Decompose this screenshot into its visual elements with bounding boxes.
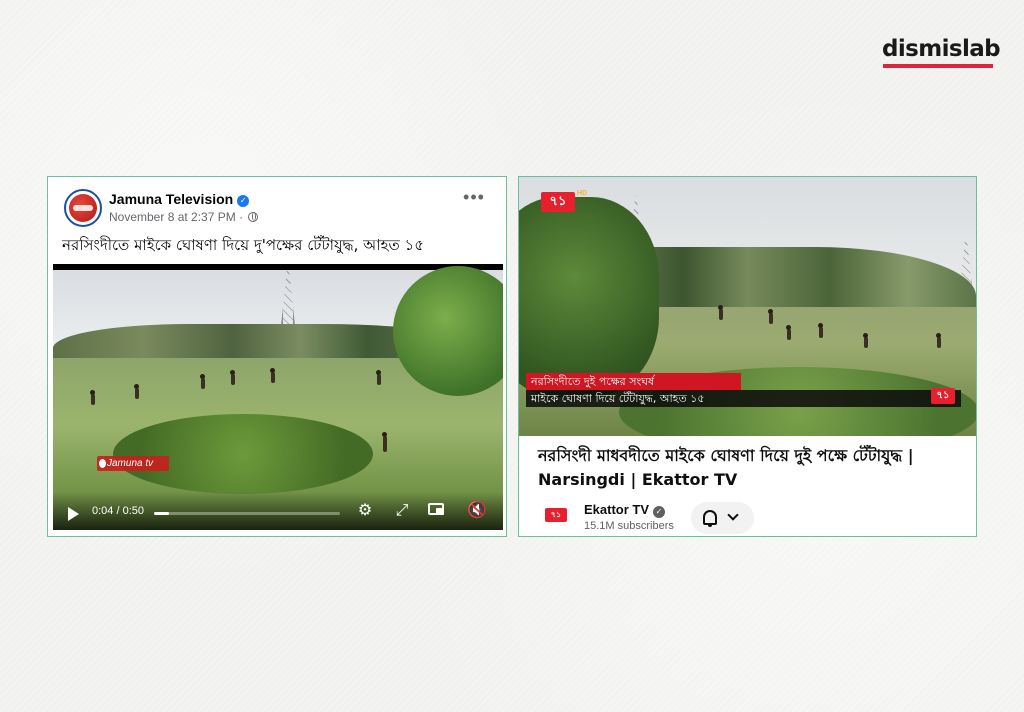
post-caption: নরসিংদীতে মাইকে ঘোষণা দিয়ে দু'পক্ষের টে…: [62, 236, 425, 254]
time-display: 0:04 / 0:50: [92, 505, 144, 517]
mute-icon[interactable]: 🔇: [467, 502, 487, 520]
gear-icon[interactable]: ⚙: [355, 502, 375, 520]
video-player[interactable]: Jamuna tv 0:04 / 0:50 ⚙ ⤢ 🔇: [53, 264, 503, 530]
lower-third-ticker: মাইকে ঘোষণা দিয়ে টেঁটাযুদ্ধ, আহত ১৫: [526, 390, 961, 407]
channel-name[interactable]: Ekattor TV ✓: [584, 502, 666, 518]
subscriber-count: 15.1M subscribers: [584, 520, 674, 532]
dismislab-logo: dismislab: [882, 36, 1001, 70]
video-player[interactable]: ৭১ HD নরসিংদীতে দুই পক্ষের সংঘর্ষ মাইকে …: [519, 177, 976, 436]
ekattor-logo-bottom: ৭১: [931, 388, 955, 404]
more-options-icon[interactable]: •••: [462, 188, 486, 211]
video-frame: [53, 264, 503, 530]
play-icon[interactable]: [68, 507, 79, 521]
logo-text: dismislab: [882, 36, 1001, 62]
notification-button[interactable]: [691, 502, 754, 534]
progress-bar[interactable]: [154, 512, 340, 515]
verified-check-icon: ✓: [653, 506, 666, 518]
bell-icon: [703, 510, 717, 527]
page-name[interactable]: Jamuna Television ✓: [109, 191, 250, 207]
channel-name-text[interactable]: Ekattor TV: [584, 502, 649, 517]
facebook-post-screenshot: Jamuna Television ✓ November 8 at 2:37 PM…: [47, 176, 507, 537]
jamuna-watermark: Jamuna tv: [97, 456, 169, 471]
pip-icon[interactable]: [426, 502, 446, 520]
lower-third-headline: নরসিংদীতে দুই পক্ষের সংঘর্ষ: [526, 373, 741, 390]
chevron-down-icon: [727, 509, 739, 521]
post-timestamp[interactable]: November 8 at 2:37 PM: [109, 210, 236, 224]
logo-underline: [883, 64, 993, 68]
progress-fill: [154, 512, 169, 515]
post-meta: November 8 at 2:37 PM ·: [109, 210, 259, 224]
page-name-text[interactable]: Jamuna Television: [109, 191, 233, 207]
page-avatar[interactable]: [64, 189, 102, 227]
verified-badge-icon: ✓: [237, 195, 250, 207]
expand-icon[interactable]: ⤢: [392, 502, 412, 520]
youtube-video-screenshot: ৭১ HD নরসিংদীতে দুই পক্ষের সংঘর্ষ মাইকে …: [518, 176, 977, 537]
video-title: নরসিংদী মাধবদীতে মাইকে ঘোষণা দিয়ে দুই প…: [538, 446, 914, 489]
globe-icon: [248, 212, 259, 222]
video-controls: 0:04 / 0:50 ⚙ ⤢ 🔇: [53, 492, 503, 530]
channel-avatar[interactable]: ৭১: [545, 508, 567, 522]
ekattor-logo-top: ৭১: [541, 192, 575, 212]
hd-badge: HD: [577, 190, 588, 197]
